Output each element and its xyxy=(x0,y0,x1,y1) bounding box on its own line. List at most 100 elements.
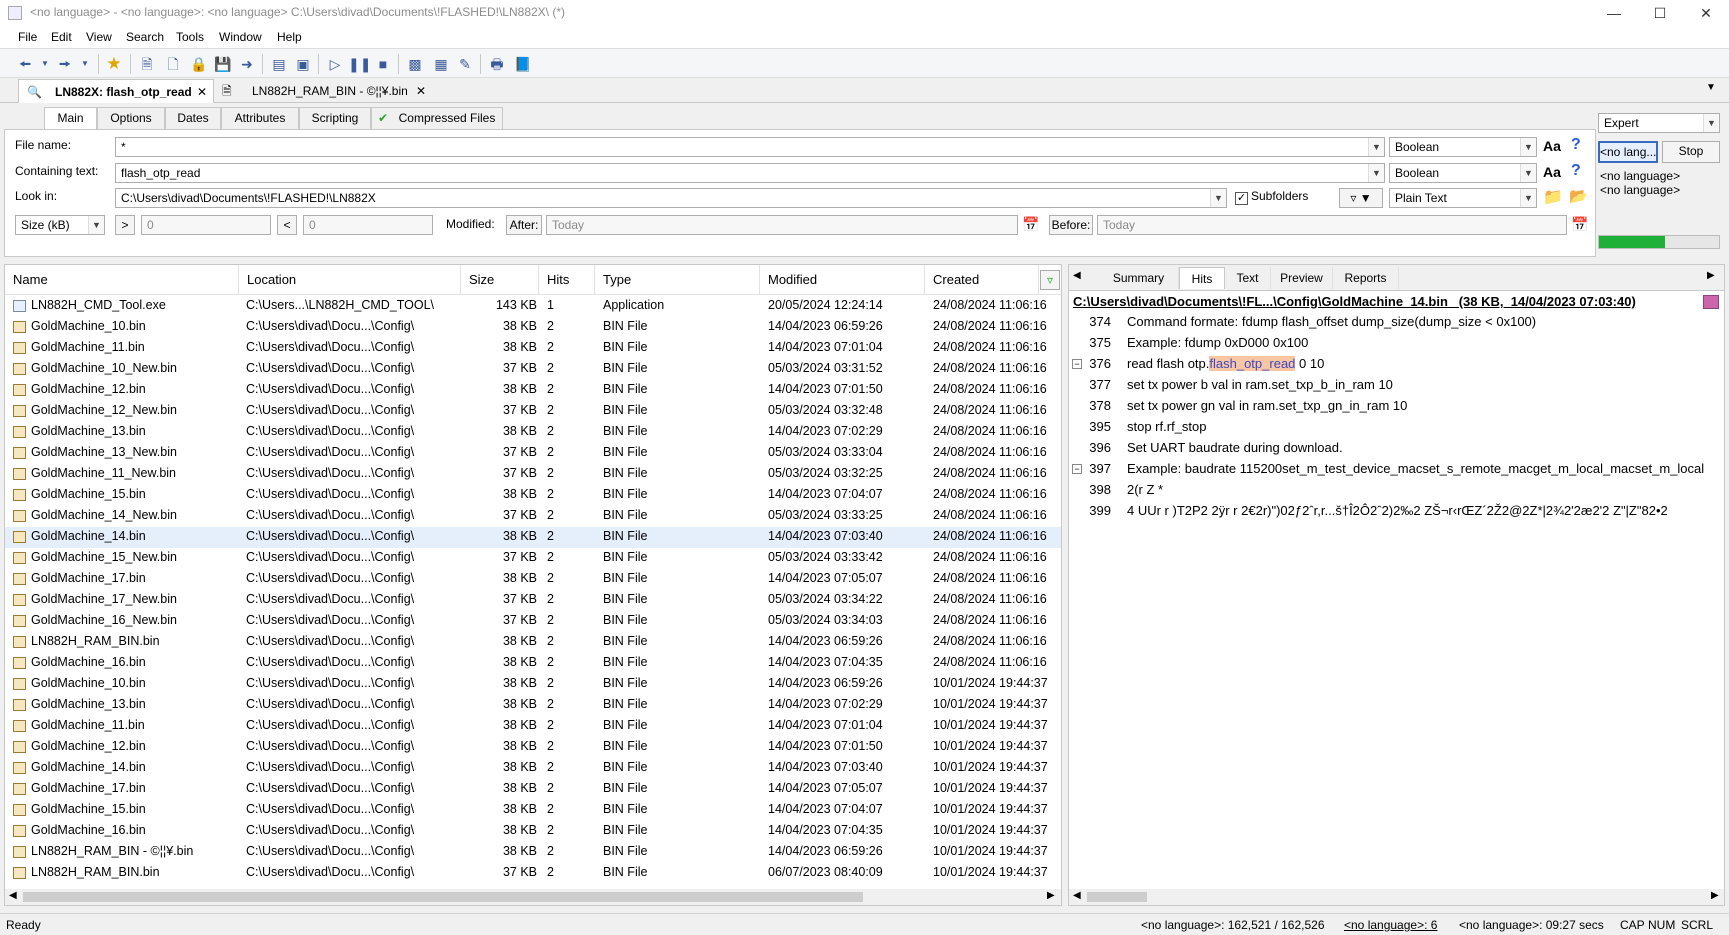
scroll-left-icon[interactable]: ◀ xyxy=(9,890,17,901)
table-row[interactable]: GoldMachine_13.bin C:\Users\divad\Docu...… xyxy=(5,695,1061,716)
new-document-icon[interactable]: 🗎 xyxy=(136,53,158,75)
table-row[interactable]: GoldMachine_10.bin C:\Users\divad\Docu...… xyxy=(5,317,1061,338)
hit-line[interactable]: −397 Example: baudrate 115200set_m_test_d… xyxy=(1069,458,1724,481)
tab-scripting[interactable]: Scripting xyxy=(299,107,371,129)
help-icon[interactable]: ? xyxy=(1571,136,1581,154)
tab-list-dropdown-icon[interactable]: ▼ xyxy=(1706,82,1716,93)
favorites-star-icon[interactable]: ★ xyxy=(103,53,125,75)
column-header-created[interactable]: Created xyxy=(925,265,1039,295)
containing-text-mode-select[interactable]: Boolean xyxy=(1389,163,1537,183)
menu-edit[interactable]: Edit xyxy=(51,30,72,44)
minimize-button[interactable]: — xyxy=(1591,0,1637,26)
lock-icon[interactable]: 🔒 xyxy=(188,53,210,75)
subfolders-checkbox[interactable]: ✓ xyxy=(1235,192,1248,205)
doc-tab-ln882x[interactable]: 🔍 LN882X: flash_otp_read ✕ xyxy=(18,79,214,103)
play-icon[interactable]: ▷ xyxy=(324,53,346,75)
tab-dates[interactable]: Dates xyxy=(165,107,221,129)
menu-file[interactable]: File xyxy=(18,30,37,44)
column-filter-icon[interactable]: ▿ xyxy=(1040,270,1060,290)
file-name-input[interactable]: * xyxy=(115,137,1385,157)
hit-line[interactable]: 374 Command formate: fdump flash_offset d… xyxy=(1069,311,1724,334)
chevron-down-icon[interactable]: ▼ xyxy=(88,216,104,234)
menu-view[interactable]: View xyxy=(86,30,112,44)
tab-main[interactable]: Main xyxy=(44,107,97,131)
collapse-icon[interactable]: − xyxy=(1072,464,1082,474)
calendar-icon[interactable]: 📅 xyxy=(1571,216,1588,233)
collapse-icon[interactable]: − xyxy=(1072,359,1082,369)
window-layout-icon[interactable]: ▩ xyxy=(404,53,426,75)
stop-button[interactable]: Stop xyxy=(1662,141,1720,163)
column-header-location[interactable]: Location xyxy=(239,265,461,295)
less-than-button[interactable]: < xyxy=(277,215,297,235)
table-row[interactable]: GoldMachine_17.bin C:\Users\divad\Docu...… xyxy=(5,569,1061,590)
print-icon[interactable]: 🖶 xyxy=(486,53,508,75)
scroll-right-icon[interactable]: ▶ xyxy=(1047,890,1055,901)
calendar-icon[interactable]: 📅 xyxy=(1022,216,1039,233)
table-row[interactable]: GoldMachine_11_New.bin C:\Users\divad\Doc… xyxy=(5,464,1061,485)
hits-horizontal-scrollbar[interactable]: ◀ ▶ xyxy=(1069,889,1724,905)
match-case-icon[interactable]: Aa xyxy=(1543,164,1561,180)
size-min-input[interactable]: 0 xyxy=(141,215,271,235)
doc-tab-ln882h-ram-bin[interactable]: 🗎 LN882H_RAM_BIN - ©¦¦¥.bin ✕ xyxy=(218,79,432,103)
table-row[interactable]: LN882H_RAM_BIN - ©¦¦¥.bin C:\Users\divad\… xyxy=(5,842,1061,863)
help-icon[interactable]: ? xyxy=(1571,162,1581,180)
hit-line[interactable]: 377 set tx power b val in ram.set_txp_b_i… xyxy=(1069,374,1724,397)
containing-text-input[interactable]: flash_otp_read xyxy=(115,163,1385,183)
scrollbar-thumb[interactable] xyxy=(23,892,863,902)
table-row[interactable]: GoldMachine_10_New.bin C:\Users\divad\Doc… xyxy=(5,359,1061,380)
greater-than-button[interactable]: > xyxy=(115,215,135,235)
table-row[interactable]: GoldMachine_16.bin C:\Users\divad\Docu...… xyxy=(5,821,1061,842)
table-row[interactable]: GoldMachine_14.bin C:\Users\divad\Docu...… xyxy=(5,527,1061,548)
tab-scroll-left-icon[interactable]: ◀ xyxy=(1073,270,1081,281)
menu-search[interactable]: Search xyxy=(126,30,164,44)
before-button[interactable]: Before: xyxy=(1049,215,1093,235)
chevron-down-icon[interactable]: ▼ xyxy=(1520,189,1536,207)
file-name-mode-select[interactable]: Boolean xyxy=(1389,137,1537,157)
file-name-dropdown-icon[interactable]: ▼ xyxy=(1368,138,1384,156)
menu-tools[interactable]: Tools xyxy=(176,30,204,44)
folder-network-icon[interactable]: 📂 xyxy=(1569,187,1588,205)
forward-arrow-icon[interactable]: 🠚 xyxy=(54,53,76,75)
match-case-icon[interactable]: Aa xyxy=(1543,138,1561,154)
table-row[interactable]: GoldMachine_11.bin C:\Users\divad\Docu...… xyxy=(5,338,1061,359)
table-row[interactable]: GoldMachine_12.bin C:\Users\divad\Docu...… xyxy=(5,737,1061,758)
pause-icon[interactable]: ❚❚ xyxy=(348,53,371,75)
table-row[interactable]: GoldMachine_15.bin C:\Users\divad\Docu...… xyxy=(5,800,1061,821)
tab-compressed-files[interactable]: ✔ Compressed Files xyxy=(371,107,503,129)
table-layout-icon[interactable]: ▦ xyxy=(430,53,452,75)
list-horizontal-scrollbar[interactable]: ◀ ▶ xyxy=(5,889,1061,905)
table-row[interactable]: GoldMachine_16.bin C:\Users\divad\Docu...… xyxy=(5,653,1061,674)
hit-line[interactable]: 399 4 UUr r )T2P2 2ÿr r 2€2r)")02ƒ2ˆr,r..… xyxy=(1069,500,1724,523)
export-icon[interactable]: ➜ xyxy=(236,53,258,75)
forward-dropdown-icon[interactable]: ▼ xyxy=(74,53,96,75)
status-lang-link[interactable]: <no language>: 6 xyxy=(1344,918,1437,932)
column-header-modified[interactable]: Modified xyxy=(760,265,925,295)
chevron-down-icon[interactable]: ▼ xyxy=(1703,114,1719,132)
look-in-dropdown-icon[interactable]: ▼ xyxy=(1210,189,1226,207)
close-icon[interactable]: ✕ xyxy=(416,79,426,103)
open-list-icon[interactable]: ▤ xyxy=(268,53,290,75)
menu-window[interactable]: Window xyxy=(219,30,262,44)
hit-line[interactable]: −376 read flash otp.flash_otp_read 0 10 xyxy=(1069,353,1724,376)
after-button[interactable]: After: xyxy=(506,215,542,235)
hit-line[interactable]: 396 Set UART baudrate during download. xyxy=(1069,437,1724,460)
save-list-icon[interactable]: ▣ xyxy=(292,53,314,75)
hit-file-header[interactable]: C:\Users\divad\Documents\!FL...\Config\G… xyxy=(1073,294,1693,309)
scrollbar-thumb[interactable] xyxy=(1087,892,1147,902)
help-book-icon[interactable]: 📘 xyxy=(512,53,534,75)
maximize-button[interactable]: ☐ xyxy=(1637,0,1683,26)
column-header-hits[interactable]: Hits xyxy=(539,265,595,295)
back-dropdown-icon[interactable]: ▼ xyxy=(34,53,56,75)
tab-options[interactable]: Options xyxy=(97,107,165,129)
text-type-select[interactable]: Plain Text xyxy=(1389,188,1537,208)
table-row[interactable]: LN882H_RAM_BIN.bin C:\Users\divad\Docu...… xyxy=(5,863,1061,884)
table-row[interactable]: GoldMachine_17_New.bin C:\Users\divad\Doc… xyxy=(5,590,1061,611)
table-row[interactable]: GoldMachine_15_New.bin C:\Users\divad\Doc… xyxy=(5,548,1061,569)
copy-document-icon[interactable]: 🗋 xyxy=(162,53,184,75)
table-row[interactable]: GoldMachine_16_New.bin C:\Users\divad\Doc… xyxy=(5,611,1061,632)
hit-line[interactable]: 378 set tx power gn val in ram.set_txp_gn… xyxy=(1069,395,1724,418)
close-icon[interactable]: ✕ xyxy=(197,80,207,104)
table-row[interactable]: GoldMachine_14.bin C:\Users\divad\Docu...… xyxy=(5,758,1061,779)
table-row[interactable]: GoldMachine_13_New.bin C:\Users\divad\Doc… xyxy=(5,443,1061,464)
tab-hits[interactable]: Hits xyxy=(1179,267,1225,289)
